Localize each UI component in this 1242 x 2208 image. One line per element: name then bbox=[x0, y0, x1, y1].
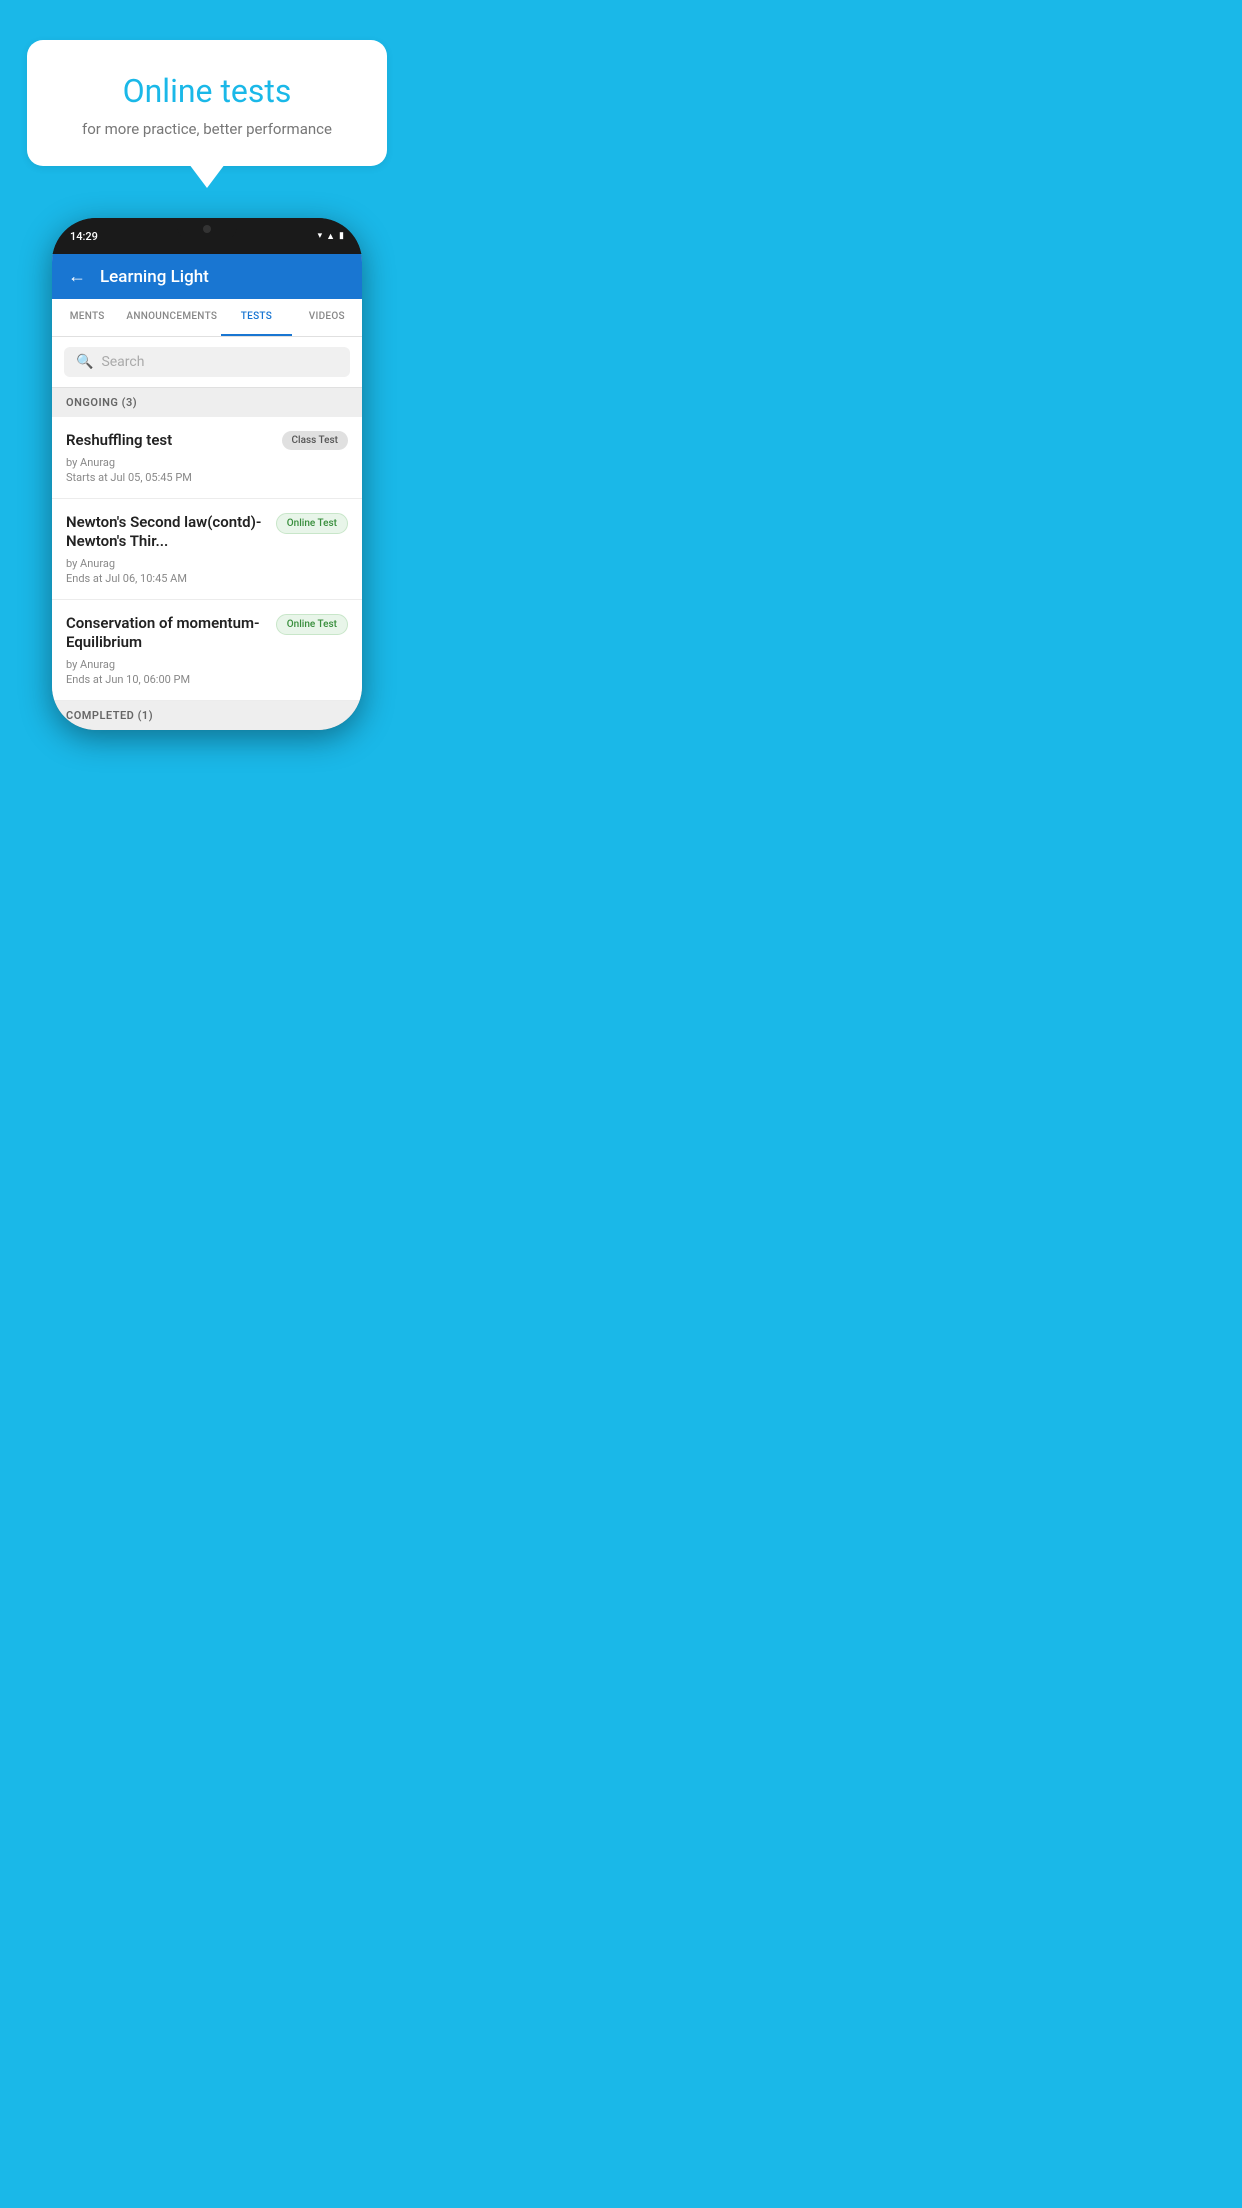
test-card-1[interactable]: Reshuffling test Class Test by Anurag St… bbox=[52, 417, 362, 499]
app-header: ← Learning Light bbox=[52, 254, 362, 299]
phone-mockup: 14:29 ▾ ▲ ▮ ← Learning Light MENTS bbox=[52, 218, 362, 730]
phone-wrapper: 14:29 ▾ ▲ ▮ ← Learning Light MENTS bbox=[0, 218, 414, 730]
tab-tests[interactable]: TESTS bbox=[221, 299, 291, 336]
test-badge-2: Online Test bbox=[276, 513, 348, 534]
status-bar: 14:29 ▾ ▲ ▮ bbox=[52, 218, 362, 254]
test-author-3: by Anurag bbox=[66, 658, 348, 671]
search-box[interactable]: 🔍 Search bbox=[64, 347, 350, 377]
ongoing-section-label: ONGOING (3) bbox=[52, 388, 362, 417]
test-card-3-row: Conservation of momentum-Equilibrium Onl… bbox=[66, 614, 348, 653]
app-title: Learning Light bbox=[100, 267, 209, 287]
test-card-3[interactable]: Conservation of momentum-Equilibrium Onl… bbox=[52, 600, 362, 701]
test-name-3: Conservation of momentum-Equilibrium bbox=[66, 614, 268, 653]
tab-videos[interactable]: VIDEOS bbox=[292, 299, 362, 336]
test-card-2[interactable]: Newton's Second law(contd)-Newton's Thir… bbox=[52, 499, 362, 600]
notch bbox=[177, 218, 237, 240]
hero-section: Online tests for more practice, better p… bbox=[0, 0, 414, 166]
search-placeholder: Search bbox=[101, 354, 144, 370]
completed-section-label: COMPLETED (1) bbox=[52, 701, 362, 730]
status-icons: ▾ ▲ ▮ bbox=[318, 231, 344, 242]
tab-announcements[interactable]: ANNOUNCEMENTS bbox=[122, 299, 221, 336]
test-name-2: Newton's Second law(contd)-Newton's Thir… bbox=[66, 513, 268, 552]
test-badge-1: Class Test bbox=[282, 431, 348, 450]
test-author-2: by Anurag bbox=[66, 557, 348, 570]
camera bbox=[203, 225, 211, 233]
test-card-2-row: Newton's Second law(contd)-Newton's Thir… bbox=[66, 513, 348, 552]
test-date-1: Starts at Jul 05, 05:45 PM bbox=[66, 471, 348, 484]
search-container: 🔍 Search bbox=[52, 337, 362, 388]
status-time: 14:29 bbox=[70, 230, 98, 243]
signal-icon: ▲ bbox=[326, 231, 335, 242]
test-meta-2: by Anurag Ends at Jul 06, 10:45 AM bbox=[66, 557, 348, 585]
hero-title: Online tests bbox=[55, 72, 359, 110]
test-card-1-row: Reshuffling test Class Test bbox=[66, 431, 348, 451]
test-meta-3: by Anurag Ends at Jun 10, 06:00 PM bbox=[66, 658, 348, 686]
test-name-1: Reshuffling test bbox=[66, 431, 274, 451]
search-icon: 🔍 bbox=[76, 354, 93, 370]
back-button[interactable]: ← bbox=[68, 266, 86, 287]
test-author-1: by Anurag bbox=[66, 456, 348, 469]
test-date-2: Ends at Jul 06, 10:45 AM bbox=[66, 572, 348, 585]
test-meta-1: by Anurag Starts at Jul 05, 05:45 PM bbox=[66, 456, 348, 484]
hero-subtitle: for more practice, better performance bbox=[55, 120, 359, 138]
tabs-bar: MENTS ANNOUNCEMENTS TESTS VIDEOS bbox=[52, 299, 362, 337]
speech-bubble: Online tests for more practice, better p… bbox=[27, 40, 387, 166]
battery-icon: ▮ bbox=[339, 231, 344, 241]
test-badge-3: Online Test bbox=[276, 614, 348, 635]
test-date-3: Ends at Jun 10, 06:00 PM bbox=[66, 673, 348, 686]
wifi-icon: ▾ bbox=[318, 231, 323, 241]
tab-ments[interactable]: MENTS bbox=[52, 299, 122, 336]
phone-screen: ← Learning Light MENTS ANNOUNCEMENTS TES… bbox=[52, 254, 362, 730]
